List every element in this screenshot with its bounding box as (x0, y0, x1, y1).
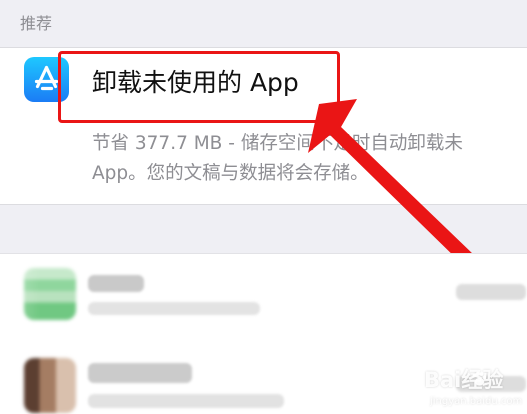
settings-screen: 推荐 卸载未使用的 App 节省 377.7 MB - 储存空间不足时自动卸载未… (0, 0, 527, 414)
blurred-app-thumbnail-2 (24, 358, 76, 413)
watermark-brand: Bai经验 (424, 368, 504, 392)
blurred-app-meta-1 (88, 302, 260, 315)
description-line-1: 节省 377.7 MB - 储存空间不足时自动卸载未 (92, 133, 463, 154)
recommendation-description: 节省 377.7 MB - 储存空间不足时自动卸载未 App。您的文稿与数据将会… (92, 129, 527, 189)
blurred-app-thumbnail-1 (24, 268, 76, 320)
section-header: 推荐 (20, 14, 53, 33)
watermark-subtitle: jingyan.baidu.com (430, 396, 523, 407)
blurred-app-name-1 (88, 275, 144, 292)
description-line-2: App。您的文稿与数据将会存储。 (92, 163, 369, 184)
blurred-app-meta-2 (88, 394, 284, 408)
annotation-highlight-box (58, 51, 340, 123)
paw-icon (472, 371, 487, 386)
blurred-app-name-2 (88, 363, 192, 383)
watermark: Bai经验 jingyan.baidu.com (416, 368, 522, 412)
blurred-app-size-1 (456, 284, 526, 300)
blurred-app-row-1 (0, 268, 527, 338)
